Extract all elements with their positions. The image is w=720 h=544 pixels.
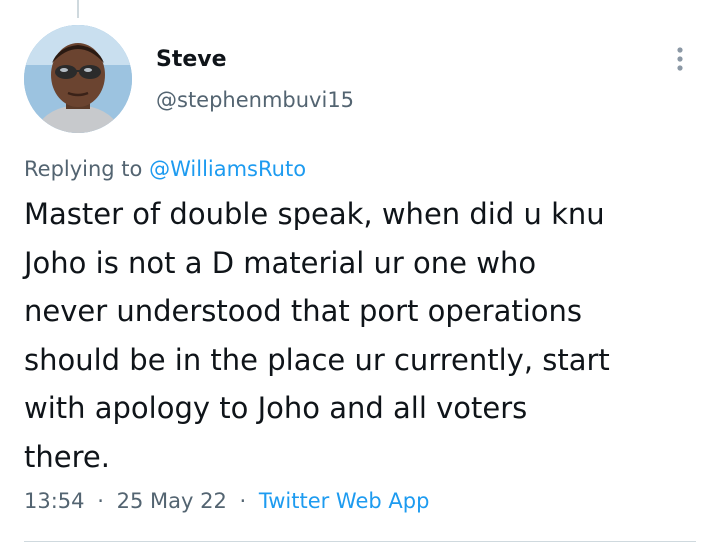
tweet-text-line: Joho is not a D material ur one who [24, 245, 537, 280]
tweet-metadata: 13:54 · 25 May 22 · Twitter Web App [24, 487, 429, 515]
meta-separator: · [97, 489, 104, 513]
tweet-source-link[interactable]: Twitter Web App [259, 489, 430, 513]
thread-connector-line [77, 0, 79, 18]
author-handle[interactable]: @stephenmbuvi15 [156, 86, 354, 114]
more-options-button[interactable] [668, 44, 692, 74]
replying-to-mention-link[interactable]: @WilliamsRuto [149, 157, 306, 181]
tweet-author: Steve @stephenmbuvi15 [156, 46, 354, 114]
divider [24, 541, 696, 542]
tweet-text-line: there. [24, 439, 110, 474]
avatar-photo [24, 25, 132, 133]
tweet-text-line: Master of double speak, when did u knu [24, 197, 605, 231]
tweet-text: Master of double speak, when did u knu J… [24, 190, 704, 481]
three-dots-vertical-icon [677, 47, 683, 71]
avatar[interactable] [24, 25, 132, 133]
tweet-text-line: never understood that port operations [24, 294, 583, 328]
tweet-text-line: should be in the place ur currently, sta… [24, 342, 610, 377]
replying-to-label: Replying to [24, 157, 143, 181]
tweet-time[interactable]: 13:54 [24, 489, 85, 513]
tweet-date[interactable]: 25 May 22 [117, 489, 227, 513]
tweet-text-line: with apology to Joho and all voters [24, 391, 528, 425]
author-display-name[interactable]: Steve [156, 46, 354, 74]
replying-to-line: Replying to @WilliamsRuto [24, 155, 306, 183]
meta-separator: · [239, 489, 247, 513]
